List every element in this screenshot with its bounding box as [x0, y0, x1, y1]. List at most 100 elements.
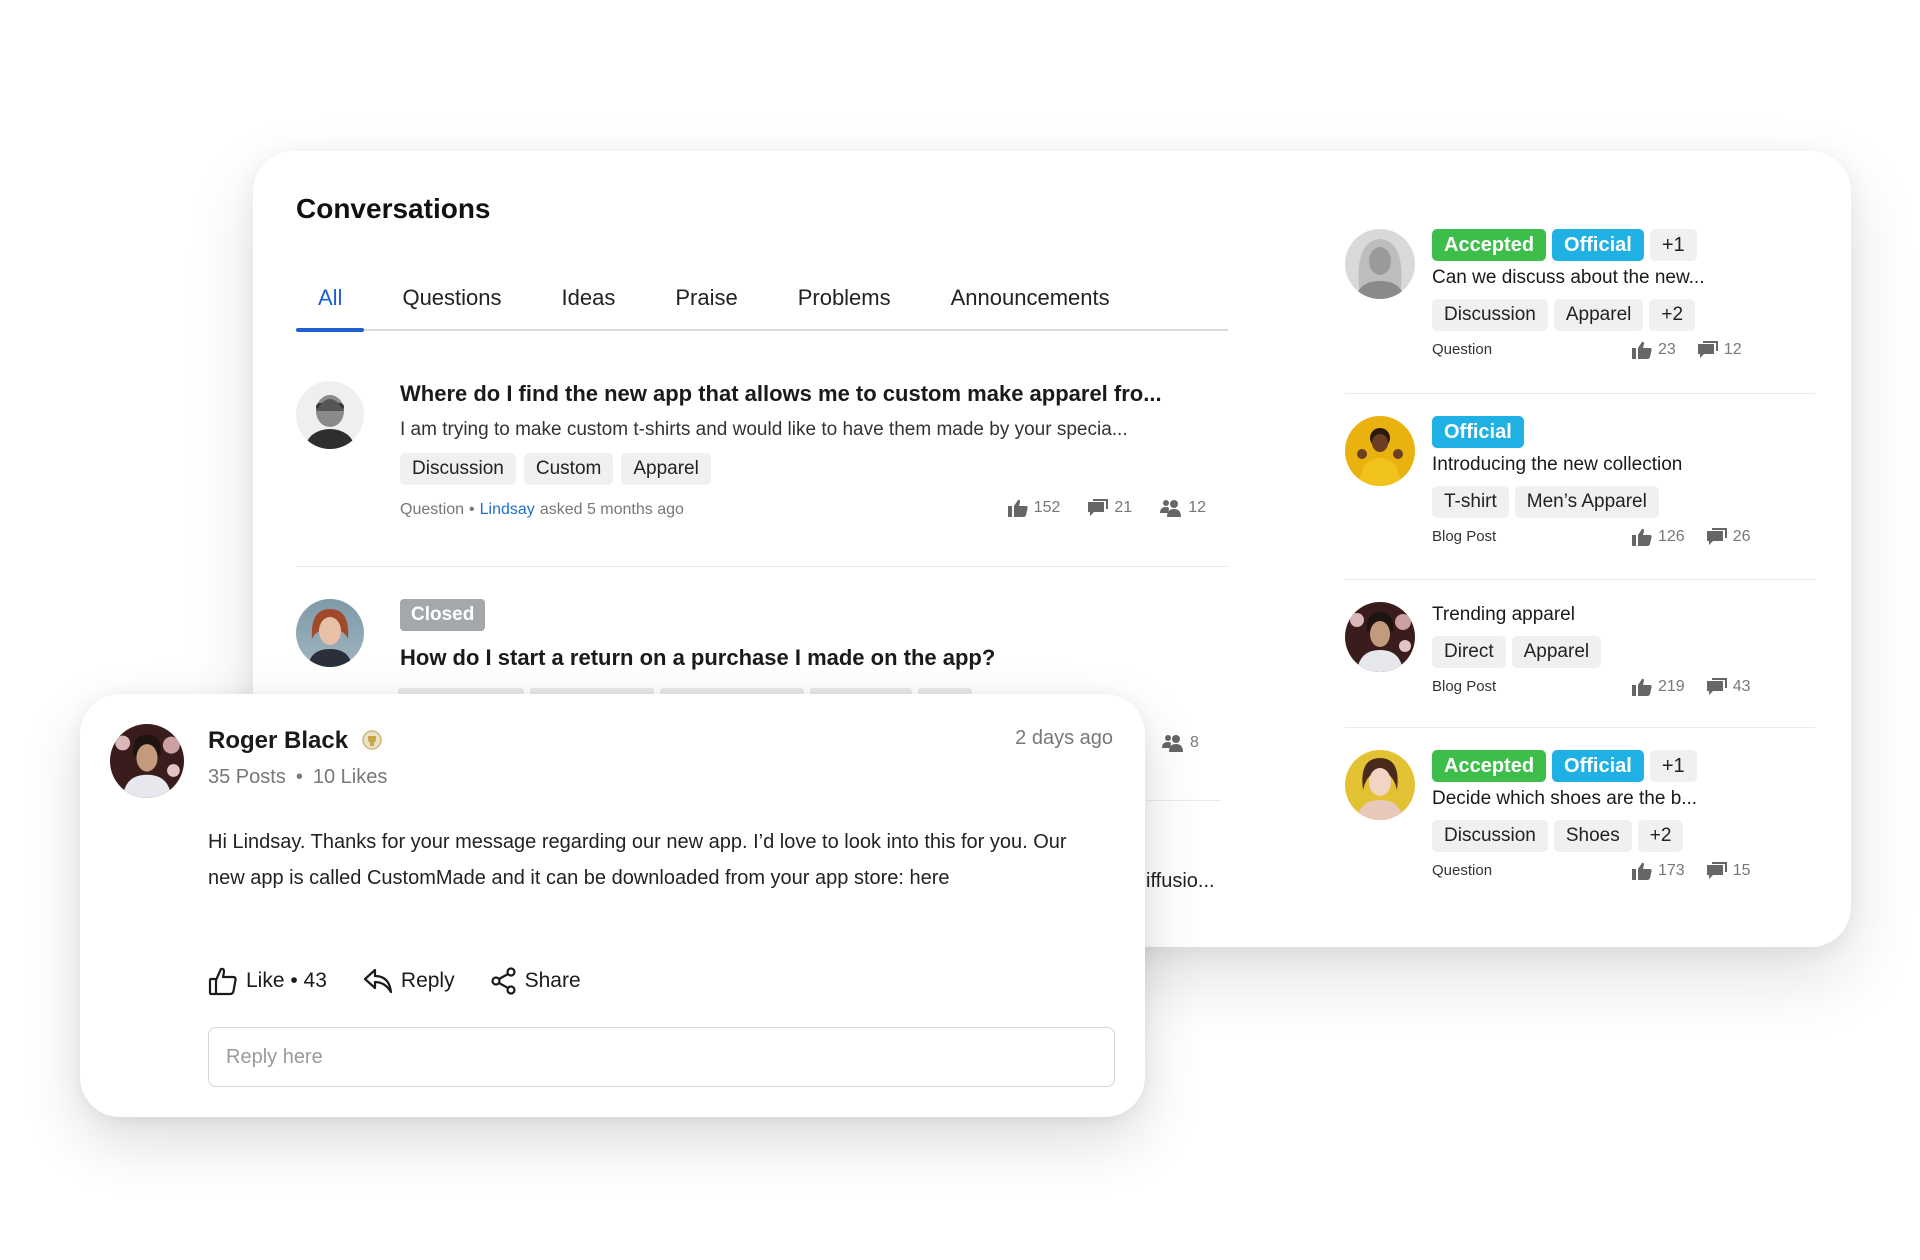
avatar	[1345, 416, 1415, 486]
divider	[1146, 800, 1221, 801]
comments-icon	[1706, 862, 1727, 879]
status-badge: Closed	[400, 599, 486, 631]
likes-count: 10 Likes	[312, 766, 388, 788]
item-title[interactable]: Introducing the new collection	[1432, 452, 1812, 478]
item-type: Question	[1432, 862, 1493, 879]
tab-all[interactable]: All	[296, 281, 365, 332]
post-meta: Question • Lindsay asked 5 months ago 15…	[400, 499, 1228, 521]
tag[interactable]: Discussion	[1432, 820, 1548, 852]
timestamp: 2 days ago	[1015, 727, 1113, 749]
asked-time: asked 5 months ago	[539, 501, 684, 518]
avatar	[296, 381, 364, 449]
likes-stat: 173	[1632, 862, 1685, 880]
post-type: Question	[400, 501, 465, 518]
tab-praise[interactable]: Praise	[653, 281, 759, 329]
tag[interactable]: Discussion	[1432, 299, 1548, 331]
item-title[interactable]: Can we discuss about the new...	[1432, 265, 1812, 291]
post-title[interactable]: How do I start a return on a purchase I …	[400, 645, 1228, 671]
users-icon	[1162, 735, 1183, 752]
more-badges[interactable]: +1	[1649, 750, 1697, 782]
more-badges[interactable]: +1	[1649, 229, 1697, 261]
thumbs-up-icon	[1632, 678, 1652, 696]
avatar	[1345, 602, 1415, 672]
thumbs-up-icon	[1632, 341, 1652, 359]
thumbs-up-icon	[1632, 862, 1652, 880]
reply-button[interactable]: Reply	[363, 968, 455, 994]
tag[interactable]: +2	[1637, 820, 1684, 852]
comments-stat: 15	[1706, 862, 1751, 880]
item-title[interactable]: Decide which shoes are the b...	[1432, 786, 1812, 812]
comments-stat: 43	[1706, 678, 1751, 696]
reply-card: Roger Black 35 Posts • 10 Likes 2 days ago…	[80, 694, 1145, 1117]
reply-icon	[363, 968, 393, 994]
tag[interactable]: Custom	[523, 453, 614, 485]
official-badge: Official	[1552, 750, 1644, 782]
likes-stat: 219	[1632, 678, 1685, 696]
users-icon	[1160, 500, 1182, 517]
item-type: Blog Post	[1432, 528, 1497, 545]
official-badge: Official	[1432, 416, 1524, 448]
reply-actions: Like • 43 Reply Share	[208, 966, 581, 996]
author-name[interactable]: Roger Black	[208, 727, 348, 755]
author-link[interactable]: Lindsay	[480, 501, 535, 519]
tag[interactable]: +2	[1649, 299, 1696, 331]
likes-stat: 23	[1632, 341, 1676, 359]
thumbs-up-outline-icon	[208, 967, 237, 996]
reply-input[interactable]	[208, 1027, 1115, 1087]
divider	[1345, 727, 1815, 728]
post-title[interactable]: Where do I find the new app that allows …	[400, 381, 1228, 407]
item-title[interactable]: Trending apparel	[1432, 602, 1812, 628]
tag[interactable]: Apparel	[1553, 299, 1644, 331]
author-avatar[interactable]	[110, 724, 184, 798]
comments-icon	[1697, 341, 1718, 358]
thumbs-up-icon	[1632, 528, 1652, 546]
like-button[interactable]: Like • 43	[208, 966, 327, 996]
thumbs-up-icon	[1007, 499, 1028, 517]
tag[interactable]: Direct	[1432, 636, 1506, 668]
likes-stat: 152	[1007, 499, 1060, 517]
divider	[296, 566, 1228, 567]
divider	[1345, 579, 1815, 580]
post-excerpt: I am trying to make custom t-shirts and …	[400, 419, 1128, 440]
tab-announcements[interactable]: Announcements	[929, 281, 1132, 329]
comments-icon	[1706, 528, 1727, 545]
comments-stat: 21	[1088, 499, 1132, 517]
share-button[interactable]: Share	[491, 967, 581, 995]
author-name-row: Roger Black	[208, 727, 382, 755]
tab-problems[interactable]: Problems	[776, 281, 913, 329]
tag[interactable]: Discussion	[400, 453, 516, 485]
tag[interactable]: T-shirt	[1432, 486, 1509, 518]
tab-questions[interactable]: Questions	[380, 281, 523, 329]
official-badge: Official	[1552, 229, 1644, 261]
item-type: Blog Post	[1432, 678, 1497, 695]
tag[interactable]: Shoes	[1553, 820, 1632, 852]
avatar	[1345, 229, 1415, 299]
comments-stat: 26	[1706, 528, 1751, 546]
participants-stat: 8	[1162, 734, 1199, 752]
accepted-badge: Accepted	[1432, 229, 1547, 261]
post-count: 35 Posts	[208, 766, 286, 788]
likes-stat: 126	[1632, 528, 1685, 546]
reply-message: Hi Lindsay. Thanks for your message rega…	[208, 831, 1067, 889]
item-type: Question	[1432, 341, 1493, 358]
comments-stat: 12	[1697, 341, 1742, 359]
divider	[1345, 393, 1815, 394]
accepted-badge: Accepted	[1432, 750, 1547, 782]
author-stats: 35 Posts • 10 Likes	[208, 766, 388, 788]
tag[interactable]: Apparel	[1511, 636, 1602, 668]
avatar	[296, 599, 364, 667]
comments-icon	[1706, 678, 1727, 695]
tag[interactable]: Apparel	[621, 453, 711, 485]
tag[interactable]: Men’s Apparel	[1514, 486, 1659, 518]
tag-list: Discussion Custom Apparel	[400, 453, 1228, 485]
separator-dot: •	[469, 501, 475, 518]
avatar	[1345, 750, 1415, 820]
page-title: Conversations	[296, 193, 491, 224]
conversation-tabs: All Questions Ideas Praise Problems Anno…	[296, 281, 1228, 332]
post-stats: 152 21 12	[1007, 499, 1206, 517]
tab-ideas[interactable]: Ideas	[540, 281, 638, 329]
trophy-badge-icon	[362, 730, 382, 750]
truncated-post-text: iffusio...	[1146, 870, 1215, 892]
participants-stat: 12	[1160, 499, 1206, 517]
share-icon	[491, 967, 516, 995]
